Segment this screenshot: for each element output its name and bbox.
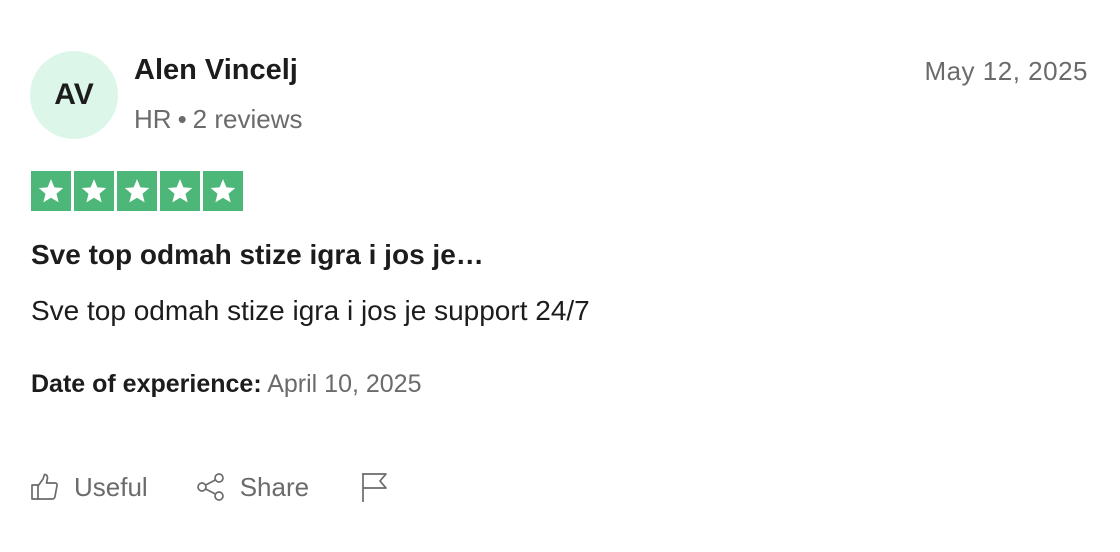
share-button[interactable]: Share bbox=[194, 470, 309, 504]
review-title[interactable]: Sve top odmah stize igra i jos je… bbox=[31, 239, 484, 271]
author-name[interactable]: Alen Vincelj bbox=[134, 54, 298, 87]
review-date: May 12, 2025 bbox=[924, 56, 1088, 86]
star-icon bbox=[117, 171, 157, 211]
author-country: HR bbox=[134, 104, 172, 134]
author-meta: HR • 2 reviews bbox=[134, 104, 303, 135]
author-review-count[interactable]: 2 reviews bbox=[193, 104, 303, 134]
star-icon bbox=[74, 171, 114, 211]
thumbs-up-icon bbox=[28, 470, 62, 504]
meta-separator: • bbox=[177, 104, 187, 134]
review-body: Sve top odmah stize igra i jos je suppor… bbox=[31, 295, 590, 326]
avatar[interactable]: AV bbox=[30, 51, 118, 139]
star-rating bbox=[31, 171, 243, 211]
share-icon bbox=[194, 470, 228, 504]
avatar-initials: AV bbox=[54, 78, 94, 111]
star-icon bbox=[203, 171, 243, 211]
flag-icon bbox=[357, 470, 391, 504]
review-card: AV Alen Vincelj HR • 2 reviews May 12, 202… bbox=[0, 0, 1120, 552]
star-icon bbox=[160, 171, 200, 211]
useful-label: Useful bbox=[74, 471, 148, 502]
date-of-experience: Date of experience: April 10, 2025 bbox=[31, 370, 422, 399]
useful-button[interactable]: Useful bbox=[28, 470, 148, 504]
review-actions: Useful Share bbox=[28, 466, 391, 508]
star-icon bbox=[31, 171, 71, 211]
experience-label: Date of experience: bbox=[31, 370, 262, 398]
share-label: Share bbox=[239, 471, 310, 502]
experience-date: April 10, 2025 bbox=[267, 370, 422, 398]
report-button[interactable] bbox=[357, 470, 391, 504]
